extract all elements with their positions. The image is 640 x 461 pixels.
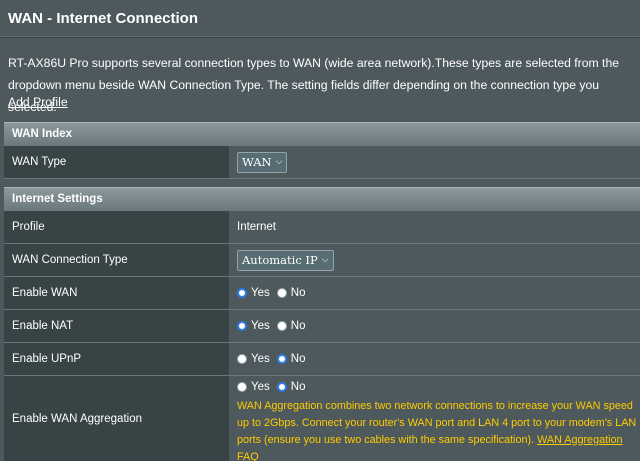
- enable-nat-label: Enable NAT: [4, 310, 228, 342]
- enable-wan-row: Enable WAN Yes No: [4, 277, 640, 310]
- aggregation-note: WAN Aggregation combines two network con…: [237, 398, 640, 461]
- enable-wan-label: Enable WAN: [4, 277, 228, 309]
- enable-wan-no-label[interactable]: No: [291, 287, 306, 299]
- enable-upnp-radio-group: Yes No: [237, 353, 312, 365]
- enable-upnp-no-radio[interactable]: [276, 354, 287, 364]
- chevron-down-icon: ⌵: [321, 255, 329, 265]
- wan-type-cell: WAN ⌵: [228, 146, 640, 178]
- enable-aggregation-no-label[interactable]: No: [291, 381, 306, 393]
- add-profile-link[interactable]: Add Profile: [8, 95, 68, 109]
- connection-type-label: WAN Connection Type: [4, 244, 228, 276]
- page-title: WAN - Internet Connection: [8, 10, 198, 27]
- enable-aggregation-cell: Yes No WAN Aggregation combines two netw…: [228, 376, 640, 461]
- internet-settings-header: Internet Settings: [4, 187, 640, 211]
- profile-row: Profile Internet: [4, 211, 640, 244]
- enable-nat-yes-label[interactable]: Yes: [251, 320, 270, 332]
- enable-wan-yes-label[interactable]: Yes: [251, 287, 270, 299]
- enable-nat-row: Enable NAT Yes No: [4, 310, 640, 343]
- enable-aggregation-yes-radio[interactable]: [237, 382, 247, 392]
- enable-aggregation-label: Enable WAN Aggregation: [4, 376, 228, 461]
- enable-wan-no-radio[interactable]: [276, 288, 287, 298]
- wan-index-header: WAN Index: [4, 122, 640, 146]
- connection-type-row: WAN Connection Type Automatic IP ⌵: [4, 244, 640, 277]
- chevron-down-icon: ⌵: [275, 157, 283, 167]
- profile-label: Profile: [4, 211, 228, 243]
- profile-cell: Internet: [228, 211, 640, 243]
- enable-upnp-row: Enable UPnP Yes No: [4, 343, 640, 376]
- title-divider: [0, 36, 640, 38]
- wan-type-select[interactable]: WAN ⌵: [237, 151, 288, 173]
- enable-nat-cell: Yes No: [228, 310, 640, 342]
- wan-type-row: WAN Type WAN ⌵: [4, 146, 640, 179]
- enable-aggregation-row: Enable WAN Aggregation Yes No WAN Aggreg…: [4, 376, 640, 461]
- wan-type-select-value: WAN: [242, 155, 272, 169]
- enable-upnp-label: Enable UPnP: [4, 343, 228, 375]
- enable-wan-yes-radio[interactable]: [237, 288, 247, 298]
- connection-type-select-value: Automatic IP: [242, 253, 318, 267]
- page-description: RT-AX86U Pro supports several connection…: [8, 56, 620, 114]
- enable-aggregation-radio-group: Yes No: [237, 381, 640, 393]
- enable-wan-cell: Yes No: [228, 277, 640, 309]
- enable-upnp-cell: Yes No: [228, 343, 640, 375]
- connection-type-cell: Automatic IP ⌵: [228, 244, 640, 276]
- enable-upnp-yes-radio[interactable]: [237, 354, 247, 364]
- enable-aggregation-no-radio[interactable]: [276, 382, 287, 392]
- enable-nat-no-label[interactable]: No: [291, 320, 306, 332]
- enable-upnp-no-label[interactable]: No: [291, 353, 306, 365]
- enable-nat-no-radio[interactable]: [276, 321, 287, 331]
- wan-type-label: WAN Type: [4, 146, 228, 178]
- enable-nat-yes-radio[interactable]: [237, 321, 247, 331]
- enable-nat-radio-group: Yes No: [237, 320, 312, 332]
- profile-value: Internet: [237, 221, 276, 233]
- connection-type-select[interactable]: Automatic IP ⌵: [237, 249, 334, 271]
- enable-wan-radio-group: Yes No: [237, 287, 312, 299]
- enable-aggregation-yes-label[interactable]: Yes: [251, 381, 270, 393]
- enable-upnp-yes-label[interactable]: Yes: [251, 353, 270, 365]
